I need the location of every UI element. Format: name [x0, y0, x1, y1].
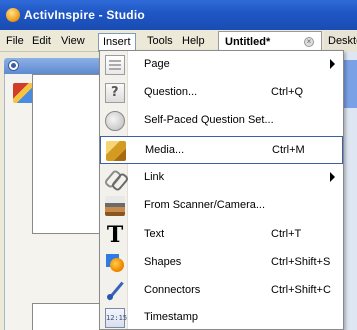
- timestamp-icon: 12:15: [105, 308, 127, 328]
- menu-item-label: Text: [144, 228, 165, 240]
- text-icon: T: [106, 222, 124, 248]
- menu-item-label: Timestamp: [144, 311, 198, 323]
- menu-item-label: Self-Paced Question Set...: [144, 114, 274, 126]
- tab-untitled[interactable]: Untitled* ×: [218, 31, 322, 52]
- tab-untitled-label: Untitled*: [225, 36, 271, 48]
- menu-edit[interactable]: Edit: [28, 33, 55, 50]
- submenu-arrow-icon: [330, 59, 335, 69]
- menu-item-shortcut: Ctrl+M: [272, 144, 305, 156]
- menu-item-label: Page: [144, 58, 170, 70]
- title-bar: ActivInspire - Studio: [0, 0, 357, 30]
- menu-item-shortcut: Ctrl+T: [271, 228, 302, 240]
- menu-tools[interactable]: Tools: [143, 33, 177, 50]
- menu-item-from-scanner-camera[interactable]: From Scanner/Camera...: [100, 192, 343, 220]
- insert-menu-dropdown: Page Question... Ctrl+Q Self-Paced Quest…: [99, 50, 344, 330]
- menu-item-label: From Scanner/Camera...: [144, 199, 266, 211]
- activinspire-logo-icon: [6, 8, 20, 22]
- toolbox-edge: [344, 60, 357, 108]
- menu-item-link[interactable]: Link: [100, 164, 343, 192]
- menu-item-label: Media...: [145, 144, 185, 156]
- window-title: ActivInspire - Studio: [24, 8, 145, 22]
- menu-item-label: Connectors: [144, 284, 201, 296]
- menu-item-shortcut: Ctrl+Q: [271, 86, 304, 98]
- menu-view[interactable]: View: [57, 33, 89, 50]
- shapes-icon: [105, 253, 125, 273]
- page-thumbnail[interactable]: [32, 74, 104, 234]
- menu-item-connectors[interactable]: Connectors Ctrl+Shift+C: [100, 277, 343, 305]
- submenu-arrow-icon: [330, 172, 335, 182]
- menu-item-shortcut: Ctrl+Shift+C: [271, 284, 331, 296]
- tab-close-icon[interactable]: ×: [304, 37, 314, 47]
- menu-item-label: Link: [144, 171, 165, 183]
- panel-header: [4, 58, 102, 74]
- menu-help[interactable]: Help: [178, 33, 209, 50]
- menu-item-shapes[interactable]: Shapes Ctrl+Shift+S: [100, 249, 343, 277]
- menu-item-label: Shapes: [144, 256, 182, 268]
- menu-item-label: Question...: [144, 86, 198, 98]
- menu-item-timestamp[interactable]: 12:15 Timestamp: [100, 304, 343, 330]
- link-icon: [105, 168, 125, 188]
- page-thumbnail[interactable]: [32, 303, 104, 330]
- question-icon: [105, 83, 125, 103]
- connectors-icon: [105, 281, 125, 301]
- media-icon: [106, 141, 126, 161]
- menu-file[interactable]: File: [2, 33, 28, 50]
- menu-item-text[interactable]: T Text Ctrl+T: [100, 221, 343, 249]
- menu-item-page[interactable]: Page: [100, 51, 343, 79]
- menu-item-shortcut: Ctrl+Shift+S: [271, 256, 331, 268]
- tab-desktop-flip[interactable]: Desktop Flip: [324, 31, 357, 52]
- menu-item-question[interactable]: Question... Ctrl+Q: [100, 79, 343, 107]
- page-browser-icon[interactable]: [13, 83, 33, 103]
- menu-item-media[interactable]: Media... Ctrl+M: [100, 136, 343, 164]
- page-icon: [105, 55, 125, 75]
- panel-menu-icon[interactable]: [8, 60, 19, 71]
- scanner-icon: [105, 196, 125, 216]
- self-paced-question-icon: [105, 111, 125, 131]
- menu-item-self-paced-question-set[interactable]: Self-Paced Question Set...: [100, 107, 343, 135]
